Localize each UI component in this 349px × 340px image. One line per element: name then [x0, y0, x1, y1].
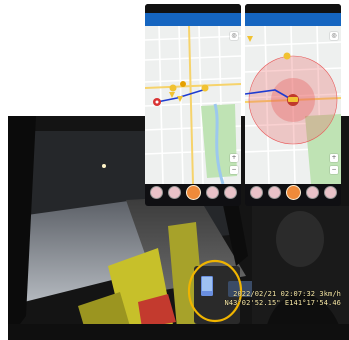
overlay-datetime-speed: 2022/02/21 02:07:32 3km/h: [233, 290, 341, 298]
mode-button-bar: [145, 184, 241, 200]
mode-button-bar: [245, 184, 341, 200]
map-canvas: [145, 26, 241, 184]
zoom-in-button[interactable]: +: [230, 154, 238, 162]
mode-button-2[interactable]: [167, 185, 181, 199]
mode-button-4[interactable]: [205, 185, 219, 199]
zoom-out-button[interactable]: −: [330, 166, 338, 174]
mode-button-5[interactable]: [323, 185, 337, 199]
locate-button[interactable]: ◎: [230, 32, 238, 40]
mode-button-5[interactable]: [223, 185, 237, 199]
status-bar: [145, 4, 241, 13]
operator-head: [276, 211, 324, 267]
marker-vehicle-icon: [201, 84, 209, 92]
mode-button-active[interactable]: [285, 184, 301, 200]
zoom-out-button[interactable]: −: [230, 166, 238, 174]
map-view-right[interactable]: ◎ + −: [245, 26, 341, 184]
locate-button[interactable]: ◎: [330, 32, 338, 40]
app-title-bar: [145, 13, 241, 26]
mode-button-1[interactable]: [249, 185, 263, 199]
overlay-gps-coordinates: N43°02'52.15" E141°17'54.46: [224, 299, 341, 307]
mode-button-4[interactable]: [305, 185, 319, 199]
phone-screenshot-right: ◎ + −: [245, 4, 341, 206]
phone-screenshot-left: ◎ + −: [145, 4, 241, 206]
status-bar: [245, 4, 341, 13]
map-canvas: [245, 26, 341, 184]
mode-button-active[interactable]: [185, 184, 201, 200]
app-title-bar: [245, 13, 341, 26]
marker-warning-icon: [283, 52, 291, 60]
map-view-left[interactable]: ◎ + −: [145, 26, 241, 184]
mode-button-1[interactable]: [149, 185, 163, 199]
zoom-in-button[interactable]: +: [330, 154, 338, 162]
mode-button-2[interactable]: [267, 185, 281, 199]
